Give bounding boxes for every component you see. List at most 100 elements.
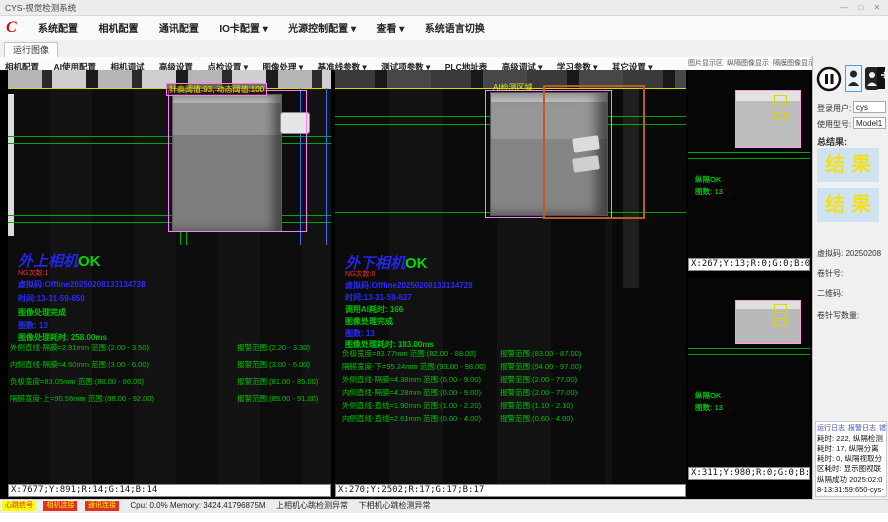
menu-item-comm-config[interactable]: 通讯配置: [151, 18, 207, 42]
window-controls: — □ ✕: [838, 0, 884, 16]
menu-item-io-config[interactable]: IO卡配置 ▾: [211, 18, 275, 42]
qr-code-label: 二维码:: [817, 288, 843, 299]
roi-orange-box: [543, 85, 645, 219]
right-sidebar: 登录用户: cys 使用型号: Model1 总结果: 结果 结果 虚拟码: 2…: [812, 56, 888, 499]
model-label: 使用型号:: [817, 119, 851, 130]
ng-count: NG次数:0: [345, 269, 375, 279]
login-user-label: 登录用户:: [817, 103, 851, 114]
alarm-range: 报警范围:(89.00 - 91.00): [237, 393, 318, 404]
ai-region-label: AI检测区域: [493, 82, 533, 93]
barcode-text: 虚拟码:Offline20250208133134728: [345, 280, 473, 291]
exit-button[interactable]: [875, 65, 888, 91]
small-info-line: 图数: 13: [695, 402, 723, 413]
measurement-row: 外侧直线-隔膜=4.38mm 范围:(0.00 - 9.00): [342, 374, 481, 385]
left-camera-view[interactable]: 针高阈值:93, 动态阈值:100 外上相机OK NG次数:1 虚拟码:Offl…: [8, 70, 331, 497]
frame-count: 图数: 13: [18, 320, 48, 331]
measurement-row: 负极宽度=83.05mm 范围:(80.00 - 86.00): [10, 376, 144, 387]
menu-item-system-config[interactable]: 系统配置: [30, 18, 86, 42]
minimize-icon[interactable]: —: [838, 0, 852, 16]
login-user-button[interactable]: [845, 65, 862, 92]
defect-box-1: [774, 95, 787, 105]
menu-item-camera-config[interactable]: 相机配置: [90, 18, 146, 42]
alarm-range: 报警范围:(2.00 - 77.00): [500, 374, 577, 385]
menu-bar: C 系统配置 相机配置 通讯配置 IO卡配置 ▾ 光源控制配置 ▾ 查看 ▾ 系…: [0, 16, 888, 41]
tab-septum-image[interactable]: 纵隔图像显示: [727, 60, 769, 67]
small-panel-tabs: 图片显示区纵隔图像显示隔膜图像显示: [688, 57, 812, 70]
measure-line-2: [688, 354, 810, 355]
menu-items: 系统配置 相机配置 通讯配置 IO卡配置 ▾ 光源控制配置 ▾ 查看 ▾ 系统语…: [30, 16, 493, 40]
tab-picture-area[interactable]: 图片显示区: [688, 60, 723, 67]
measure-line-2: [688, 158, 810, 159]
time-text: 时间:13-31-59-627: [345, 292, 412, 303]
pause-icon: [816, 66, 842, 92]
menu-item-language-switch[interactable]: 系统语言切换: [417, 18, 493, 42]
maximize-icon[interactable]: □: [854, 0, 868, 16]
alarm-range: 报警范围:(94.00 - 97.00): [500, 361, 581, 372]
log-tabs: 运行日志报警日志错误日志: [816, 422, 886, 433]
title-bar: CYS-视觉检测系统 — □ ✕: [0, 0, 888, 16]
total-result-label: 总结果:: [817, 135, 847, 148]
lower-camera-warning: 下相机心跳检测异常: [358, 500, 430, 512]
measurement-row: 外侧直线-隔膜=2.91mm 范围:(2.00 - 3.50): [10, 342, 149, 353]
barcode-text: 虚拟码:Offline20250208133134728: [18, 279, 146, 290]
roi-magenta-box: [168, 90, 307, 232]
tab-strip: 运行图像: [0, 40, 888, 58]
comm-connect-badge: 通讯连接: [85, 501, 119, 511]
menu-item-view[interactable]: 查看 ▾: [368, 18, 412, 42]
measure-line-1: [688, 152, 810, 153]
tab-alarm-log[interactable]: 报警日志: [848, 425, 876, 432]
measurement-row: 负极宽度=83.77mm 范围:(82.00 - 88.00): [342, 348, 476, 359]
app-window: CYS-视觉检测系统 — □ ✕ C 系统配置 相机配置 通讯配置 IO卡配置 …: [0, 0, 888, 522]
status-ok: OK: [78, 253, 101, 270]
small-info-line: 图数: 13: [695, 186, 723, 197]
small-view-bottom[interactable]: 纵隔OK 图数: 13 X:311;Y:980;R:0;G:0;B:0: [688, 278, 810, 480]
tab-run-log[interactable]: 运行日志: [817, 425, 845, 432]
tab-separator-image[interactable]: 隔膜图像显示: [773, 60, 815, 67]
alarm-range: 报警范围:(83.00 - 87.00): [500, 348, 581, 359]
menu-item-light-config[interactable]: 光源控制配置 ▾: [280, 18, 364, 42]
cpu-memory-text: Cpu: 0.0% Memory: 3424.41796875M: [130, 500, 265, 512]
tab-run-image[interactable]: 运行图像: [4, 42, 58, 58]
window-title: CYS-视觉检测系统: [5, 3, 76, 13]
edge-blue-line-2: [326, 88, 327, 245]
status-ok: OK: [405, 255, 428, 272]
alarm-range: 报警范围:(3.00 - 6.00): [237, 359, 310, 370]
right-view-coordinates: X:270;Y:2502;R:17;G:17;B:17: [335, 484, 686, 497]
defect-box-1: [774, 304, 787, 313]
model-field[interactable]: Model1: [853, 117, 886, 129]
user-icon: [846, 67, 861, 90]
left-view-coordinates: X:7677;Y:891;R:14;G:14;B:14: [8, 484, 331, 497]
log-text: 耗时: 222, 纵隔检测耗时: 17, 纵隔分离耗时: 0, 纵隔视取分区耗时…: [816, 433, 886, 497]
threshold-label: 针高阈值:93, 动态阈值:100: [166, 83, 267, 96]
process-state: 图像处理完成: [345, 316, 393, 327]
process-state: 图像处理完成: [18, 307, 66, 318]
alarm-range: 报警范围:(0.60 - 4.00): [500, 413, 573, 424]
log-panel: 运行日志报警日志错误日志 耗时: 222, 纵隔检测耗时: 17, 纵隔分离耗时…: [815, 421, 887, 497]
right-camera-view[interactable]: AI检测区域 外下相机OK NG次数:0 虚拟码:Offline20250208…: [335, 70, 686, 497]
close-icon[interactable]: ✕: [870, 0, 884, 16]
virtual-code-label: 虚拟码: 20250208: [817, 248, 881, 259]
pause-button[interactable]: [816, 66, 842, 92]
small-status: 纵隔OK: [695, 174, 721, 185]
ai-time: 调用AI耗时: 166: [345, 304, 403, 315]
upper-camera-warning: 上相机心跳检测异常: [276, 500, 348, 512]
defect-box-2: [774, 318, 787, 326]
small-bottom-coordinates: X:311;Y:980;R:0;G:0;B:0: [688, 467, 810, 480]
measurement-row: 隔膜宽度-下=95.24mm 范围:(93.00 - 98.00): [342, 361, 486, 372]
alarm-range: 报警范围:(2.00 - 77.00): [500, 387, 577, 398]
alarm-range: 报警范围:(1.10 - 2.10): [500, 400, 573, 411]
thumbnail-image: [735, 90, 801, 148]
app-logo-icon: C: [6, 19, 24, 37]
small-view-top[interactable]: 纵隔OK 图数: 13 X:267;Y:13;R:0;G:0;B:0: [688, 70, 810, 271]
measurement-row: 外侧直线-直线=1.90mm 范围:(1.00 - 2.20): [342, 400, 481, 411]
camera-connect-badge: 相机连接: [43, 501, 77, 511]
status-bar: 心跳信号 相机连接 通讯连接 Cpu: 0.0% Memory: 3424.41…: [0, 499, 888, 513]
needle-number-label: 卷针号:: [817, 268, 843, 279]
tab-error-log[interactable]: 错误日志: [879, 425, 887, 432]
login-user-field[interactable]: cys: [853, 101, 886, 113]
thumbnail-image: [735, 300, 801, 344]
measurement-row: 隔膜宽度-上=90.56mm 范围:(88.00 - 92.00): [10, 393, 154, 404]
defect-box-2: [774, 112, 787, 120]
small-top-coordinates: X:267;Y:13;R:0;G:0;B:0: [688, 258, 810, 271]
time-text: 时间:13-31-59-650: [18, 293, 85, 304]
